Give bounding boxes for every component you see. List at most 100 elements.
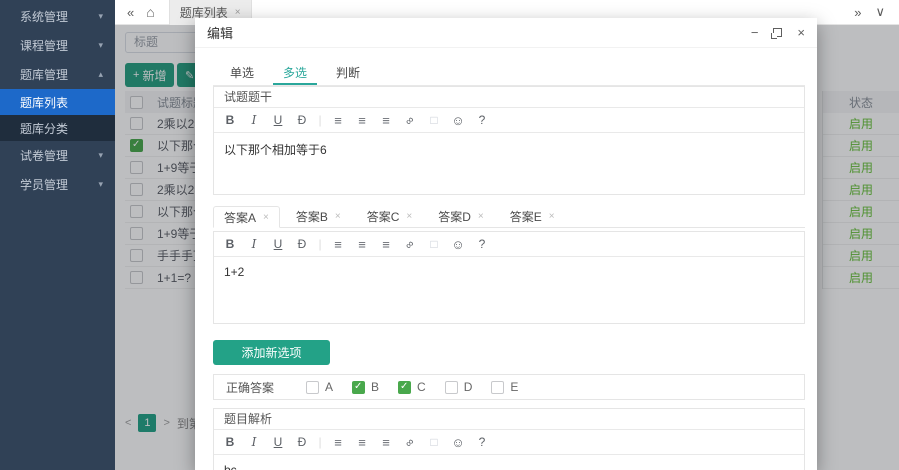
italic-icon[interactable]: I — [242, 435, 266, 449]
chevron-icon: ▾ — [98, 11, 103, 22]
answer-tab-label: 答案D — [438, 208, 471, 225]
image-icon[interactable]: □ — [422, 435, 446, 449]
bold-icon[interactable]: B — [218, 435, 242, 449]
link-icon[interactable]: ∞ — [398, 435, 422, 449]
close-answer-tab-icon[interactable]: × — [263, 212, 269, 223]
tab-answer-a[interactable]: 答案A × — [213, 206, 280, 228]
help-icon[interactable]: ? — [470, 237, 494, 251]
answer-editor[interactable]: 1+2 — [214, 257, 804, 323]
dialog-body: 单选 多选 判断 试题题干 B — [195, 48, 817, 470]
answer-panel: B I U Đ | — [213, 231, 805, 324]
close-answer-tab-icon[interactable]: × — [549, 211, 555, 222]
answer-letter: A — [325, 380, 333, 394]
sidebar: 系统管理 ▾ 课程管理 ▾ 题库管理 ▴ 题库列表 题库分类 — [0, 0, 115, 470]
link-icon[interactable]: ∞ — [398, 113, 422, 127]
toolbar-divider[interactable]: | — [314, 113, 326, 127]
tab-answer-d[interactable]: 答案D × — [428, 205, 494, 227]
sidebar-item-course-management[interactable]: 课程管理 ▾ — [0, 31, 115, 60]
sidebar-submenu: 题库列表 题库分类 — [0, 89, 115, 141]
align-left-icon[interactable]: ≡ — [326, 435, 350, 450]
link-icon[interactable]: ∞ — [398, 237, 422, 251]
italic-icon[interactable]: I — [242, 113, 266, 127]
answer-checkbox[interactable] — [445, 381, 458, 394]
sidebar-item-question-bank-list[interactable]: 题库列表 — [0, 89, 115, 115]
maximize-icon[interactable] — [773, 28, 782, 37]
align-left-icon[interactable]: ≡ — [326, 113, 350, 128]
tab-multiple-choice[interactable]: 多选 — [273, 58, 317, 85]
image-icon[interactable]: □ — [422, 237, 446, 251]
tab-answer-c[interactable]: 答案C × — [357, 205, 423, 227]
toolbar-divider[interactable]: | — [314, 237, 326, 251]
answer-tab-label: 答案B — [296, 208, 328, 225]
question-stem-panel: 试题题干 B I U Đ — [213, 86, 805, 195]
minimize-icon[interactable]: − — [751, 26, 759, 39]
tab-answer-e[interactable]: 答案E × — [500, 205, 565, 227]
home-icon[interactable]: ⌂ — [146, 4, 154, 20]
question-stem-editor[interactable]: 以下那个相加等于6 — [214, 133, 804, 194]
underline-icon[interactable]: U — [266, 113, 290, 127]
sidebar-item-label: 学员管理 — [20, 176, 68, 193]
chevron-icon: ▾ — [98, 40, 103, 51]
align-center-icon[interactable]: ≡ — [350, 237, 374, 252]
sidebar-item-question-bank-category[interactable]: 题库分类 — [0, 115, 115, 141]
image-icon[interactable]: □ — [422, 113, 446, 127]
underline-icon[interactable]: U — [266, 237, 290, 251]
help-icon[interactable]: ? — [470, 113, 494, 127]
tab-true-false[interactable]: 判断 — [326, 58, 370, 85]
answer-checkbox[interactable] — [352, 381, 365, 394]
correct-answer-option[interactable]: D — [445, 380, 473, 394]
correct-answer-option[interactable]: E — [491, 380, 518, 394]
toolbar-divider[interactable]: | — [314, 435, 326, 449]
sidebar-item-label: 课程管理 — [20, 37, 68, 54]
close-tab-icon[interactable]: × — [235, 7, 241, 18]
sidebar-item-system-management[interactable]: 系统管理 ▾ — [0, 2, 115, 31]
correct-answer-option[interactable]: C — [398, 380, 426, 394]
answer-checkbox[interactable] — [491, 381, 504, 394]
bold-icon[interactable]: B — [218, 237, 242, 251]
sidebar-item-label: 题库管理 — [20, 66, 68, 83]
emoji-icon[interactable]: ☺ — [446, 435, 470, 450]
tab-answer-b[interactable]: 答案B × — [286, 205, 351, 227]
rich-text-toolbar: B I U Đ | — [214, 430, 804, 455]
sidebar-subitem-label: 题库分类 — [20, 120, 68, 137]
align-right-icon[interactable]: ≡ — [374, 237, 398, 252]
correct-answer-panel: 正确答案 A B C — [213, 374, 805, 400]
correct-answer-option[interactable]: A — [306, 380, 333, 394]
close-answer-tab-icon[interactable]: × — [478, 211, 484, 222]
expand-tabs-icon[interactable]: » — [854, 5, 861, 20]
align-center-icon[interactable]: ≡ — [350, 435, 374, 450]
answer-checkbox[interactable] — [306, 381, 319, 394]
sidebar-item-question-bank-management[interactable]: 题库管理 ▴ — [0, 60, 115, 89]
tab-single-choice[interactable]: 单选 — [220, 58, 264, 85]
answer-checkbox[interactable] — [398, 381, 411, 394]
chevron-down-icon[interactable]: ∨ — [875, 4, 885, 20]
dialog-header: 编辑 − × — [195, 18, 817, 48]
add-option-button[interactable]: 添加新选项 — [213, 340, 330, 365]
strikethrough-icon[interactable]: Đ — [290, 113, 314, 127]
italic-icon[interactable]: I — [242, 237, 266, 251]
collapse-sidebar-icon[interactable]: « — [127, 5, 134, 20]
align-left-icon[interactable]: ≡ — [326, 237, 350, 252]
question-type-tabs: 单选 多选 判断 — [213, 58, 805, 86]
answer-letter: E — [510, 380, 518, 394]
edit-question-dialog: 编辑 − × 单选 多选 判断 试题题干 — [195, 18, 817, 470]
align-right-icon[interactable]: ≡ — [374, 113, 398, 128]
sidebar-subitem-label: 题库列表 — [20, 94, 68, 111]
align-right-icon[interactable]: ≡ — [374, 435, 398, 450]
close-answer-tab-icon[interactable]: × — [406, 211, 412, 222]
correct-answer-option[interactable]: B — [352, 380, 379, 394]
chevron-icon: ▾ — [98, 150, 103, 161]
close-dialog-icon[interactable]: × — [797, 26, 805, 39]
align-center-icon[interactable]: ≡ — [350, 113, 374, 128]
emoji-icon[interactable]: ☺ — [446, 237, 470, 252]
help-icon[interactable]: ? — [470, 435, 494, 449]
sidebar-item-student-management[interactable]: 学员管理 ▾ — [0, 170, 115, 199]
sidebar-item-exam-paper-management[interactable]: 试卷管理 ▾ — [0, 141, 115, 170]
close-answer-tab-icon[interactable]: × — [335, 211, 341, 222]
bold-icon[interactable]: B — [218, 113, 242, 127]
emoji-icon[interactable]: ☺ — [446, 113, 470, 128]
analysis-editor[interactable]: bc — [214, 455, 804, 470]
underline-icon[interactable]: U — [266, 435, 290, 449]
strikethrough-icon[interactable]: Đ — [290, 237, 314, 251]
strikethrough-icon[interactable]: Đ — [290, 435, 314, 449]
